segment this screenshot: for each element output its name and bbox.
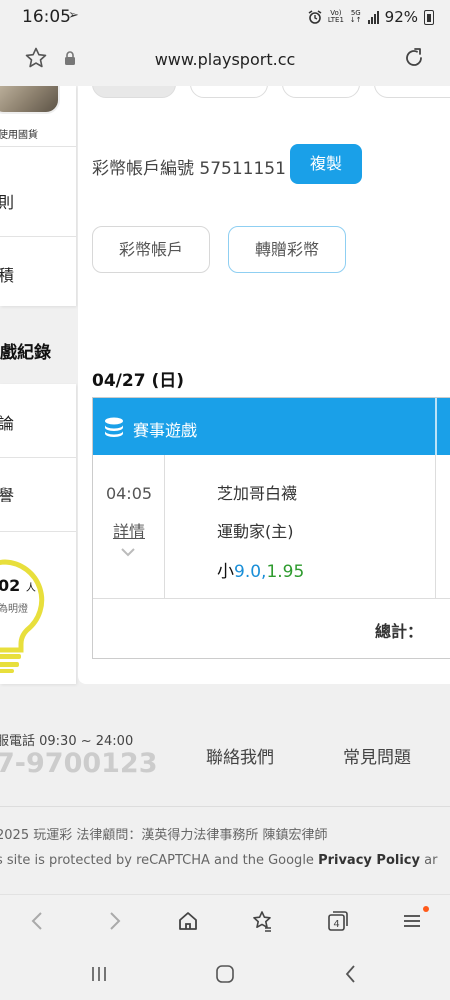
avatar-caption: 使用國貨 (0, 130, 38, 141)
status-icons: Vo) LTE1 5G ↓↑ 92% (308, 8, 434, 26)
top-pill-button[interactable] (282, 86, 360, 98)
sidebar-item-2[interactable]: 積 (0, 262, 14, 286)
status-time: 16:05 (22, 7, 71, 27)
url-text[interactable]: www.playsport.cc (0, 50, 450, 69)
battery-icon (424, 9, 434, 25)
account-number-label: 彩幣帳戶編號 57511151 (92, 159, 286, 179)
bulb-count: 02 (0, 576, 21, 595)
navigation-arrow-icon: ➢ (68, 8, 79, 23)
system-back-icon[interactable] (340, 963, 362, 985)
transfer-coin-button[interactable]: 轉贈彩幣 (228, 226, 346, 273)
lightbulb-icon (0, 559, 45, 673)
coin-stack-icon (105, 417, 123, 437)
volte-bottom: LTE1 (327, 16, 344, 24)
bet-value: 9.0 (234, 562, 262, 582)
team-away: 芝加哥白襪 (217, 484, 298, 503)
sidebar-divider (0, 531, 76, 532)
sidebar-divider (0, 457, 76, 458)
top-pill-button[interactable] (92, 86, 176, 98)
battery-percent: 92% (384, 8, 418, 26)
footer: 服電話 09:30 ~ 24:00 7-9700123 聯絡我們 常見問題 20… (0, 704, 450, 894)
contact-us-link[interactable]: 聯絡我們 (206, 743, 274, 768)
bet-line: 小9.0,1.95 (217, 557, 304, 582)
recent-apps-icon[interactable] (88, 963, 110, 985)
game-table-header: 賽事遊戲 (93, 398, 450, 455)
tabs-icon[interactable]: 4 (326, 909, 350, 933)
reload-icon[interactable] (402, 46, 426, 70)
sidebar-profile-card: 使用國貨 則 積 (0, 86, 76, 306)
game-table-title: 賽事遊戲 (133, 421, 198, 440)
hotline-number[interactable]: 7-9700123 (0, 748, 158, 779)
url-bar: www.playsport.cc (0, 34, 450, 86)
back-icon[interactable] (26, 909, 50, 933)
footer-divider (0, 806, 450, 807)
avatar[interactable] (0, 86, 60, 114)
system-nav-bar (0, 948, 450, 1000)
bookmarks-icon[interactable] (250, 909, 274, 933)
sidebar-divider (0, 236, 76, 237)
svg-text:4: 4 (333, 919, 339, 930)
bulb-caption: 為明燈 (0, 604, 28, 615)
recaptcha-text: s site is protected by reCAPTCHA and the… (0, 853, 319, 868)
row-divider (93, 598, 450, 599)
bulb-stat: 02 人 (0, 576, 36, 595)
privacy-policy-link[interactable]: Privacy Policy (318, 853, 420, 868)
bet-odds: 1.95 (266, 562, 305, 582)
column-divider (435, 455, 436, 598)
network-indicator: 5G ↓↑ (350, 10, 362, 24)
copyright-text: 2025 玩運彩 法律顧問：漢英得力法律事務所 陳鎮宏律師 (0, 828, 328, 843)
detail-link[interactable]: 詳情 (93, 518, 165, 542)
page-content: 使用國貨 則 積 戲紀錄 論 譽 02 人 為明燈 彩幣帳戶編號 5751115… (0, 86, 450, 894)
alarm-icon (308, 10, 322, 24)
top-pill-button[interactable] (190, 86, 268, 98)
bet-side: 小 (217, 562, 234, 582)
bulb-unit: 人 (25, 583, 36, 594)
home-button-icon[interactable] (214, 963, 236, 985)
team-home: 運動家(主) (217, 522, 294, 541)
faq-link[interactable]: 常見問題 (343, 743, 411, 768)
volte-indicator: Vo) LTE1 (328, 10, 344, 24)
status-bar: 16:05 ➢ Vo) LTE1 5G ↓↑ 92% (0, 0, 450, 34)
recaptcha-tail: ar (419, 853, 438, 868)
game-record-table: 賽事遊戲 04:05 詳情 芝加哥白襪 運動家(主) 小9.0,1.95 總計： (92, 397, 450, 659)
sidebar-item-1[interactable]: 則 (0, 189, 14, 213)
header-separator (435, 398, 437, 455)
hotline-label: 服電話 09:30 ~ 24:00 (0, 734, 134, 749)
total-label: 總計： (375, 622, 424, 641)
home-icon[interactable] (176, 909, 200, 933)
browser-toolbar: 4 (0, 894, 450, 948)
sidebar-divider (0, 146, 76, 147)
network-bottom: ↓↑ (349, 16, 362, 24)
menu-badge (423, 906, 429, 912)
copy-button[interactable]: 複製 (290, 144, 362, 184)
record-date: 04/27 (日) (92, 371, 184, 391)
coin-account-button[interactable]: 彩幣帳戶 (92, 226, 210, 273)
sidebar-item-3[interactable]: 論 (0, 410, 14, 434)
sidebar-item-4[interactable]: 譽 (0, 482, 14, 506)
game-time: 04:05 (105, 484, 153, 503)
top-pill-button[interactable] (374, 86, 450, 98)
sidebar-heading: 戲紀錄 (0, 343, 51, 363)
chevron-down-icon[interactable] (119, 546, 137, 558)
menu-icon[interactable] (400, 909, 424, 933)
signal-icon (367, 10, 379, 24)
recaptcha-notice: s site is protected by reCAPTCHA and the… (0, 853, 437, 868)
forward-icon[interactable] (102, 909, 126, 933)
